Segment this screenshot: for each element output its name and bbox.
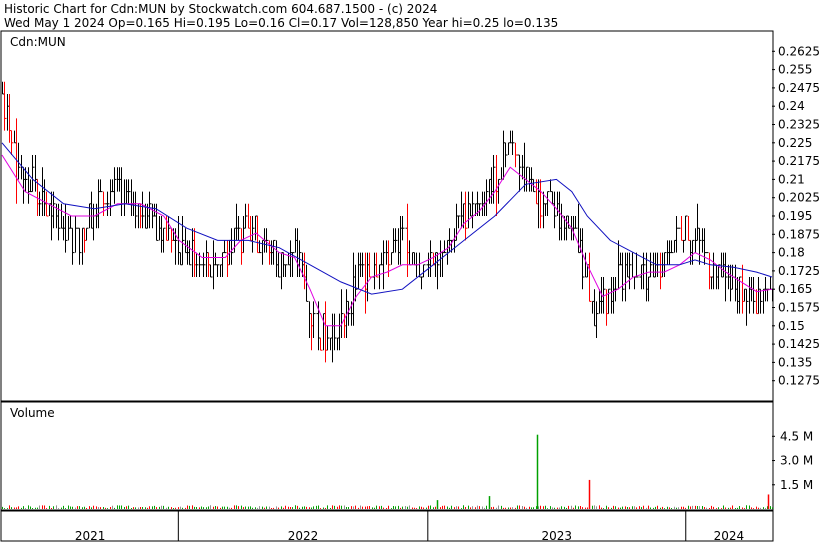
y-axis-layer: 0.2625 0.255 0.2475 0.24 0.2325 0.225 0.2175 0.… [772,44,820,492]
volume-y-tick-label: 4.5 M [780,429,813,443]
price-y-tick-label: 0.225 [778,136,812,150]
chart-header-line1: Historic Chart for Cdn:MUN by Stockwatch… [4,2,437,16]
price-y-tick-label: 0.2625 [778,44,820,58]
volume-y-tick-label: 1.5 M [780,478,813,492]
price-y-tick-label: 0.1275 [778,374,820,388]
volume-y-tick-label: 3.0 M [780,454,813,468]
stock-chart: Historic Chart for Cdn:MUN by Stockwatch… [0,0,830,543]
chart-svg: Historic Chart for Cdn:MUN by Stockwatch… [0,2,820,543]
price-y-tick-label: 0.135 [778,355,812,369]
price-y-tick-label: 0.2475 [778,81,820,95]
price-y-tick-label: 0.2175 [778,154,820,168]
volume-panel-frame [0,401,774,511]
volume-panel-title: Volume [10,406,55,420]
year-label: 2023 [542,529,573,543]
year-label: 2022 [288,529,319,543]
price-y-tick-label: 0.1875 [778,227,820,241]
year-label: 2021 [75,529,106,543]
price-y-tick-label: 0.24 [778,99,805,113]
year-label: 2024 [714,529,745,543]
price-y-tick-label: 0.2025 [778,191,820,205]
price-y-tick-label: 0.195 [778,209,812,223]
chart-header-line2: Wed May 1 2024 Op=0.165 Hi=0.195 Lo=0.16… [4,16,558,30]
price-y-tick-label: 0.1575 [778,301,820,315]
price-y-tick-label: 0.2325 [778,118,820,132]
price-y-tick-label: 0.15 [778,319,805,333]
price-y-tick-label: 0.1425 [778,337,820,351]
price-y-tick-label: 0.1725 [778,264,820,278]
price-y-tick-label: 0.21 [778,172,805,186]
price-y-tick-label: 0.255 [778,63,812,77]
price-panel-title: Cdn:MUN [10,35,66,49]
price-panel-frame [0,30,774,402]
price-y-tick-label: 0.165 [778,282,812,296]
price-y-tick-label: 0.18 [778,246,805,260]
x-axis-band [0,510,774,542]
